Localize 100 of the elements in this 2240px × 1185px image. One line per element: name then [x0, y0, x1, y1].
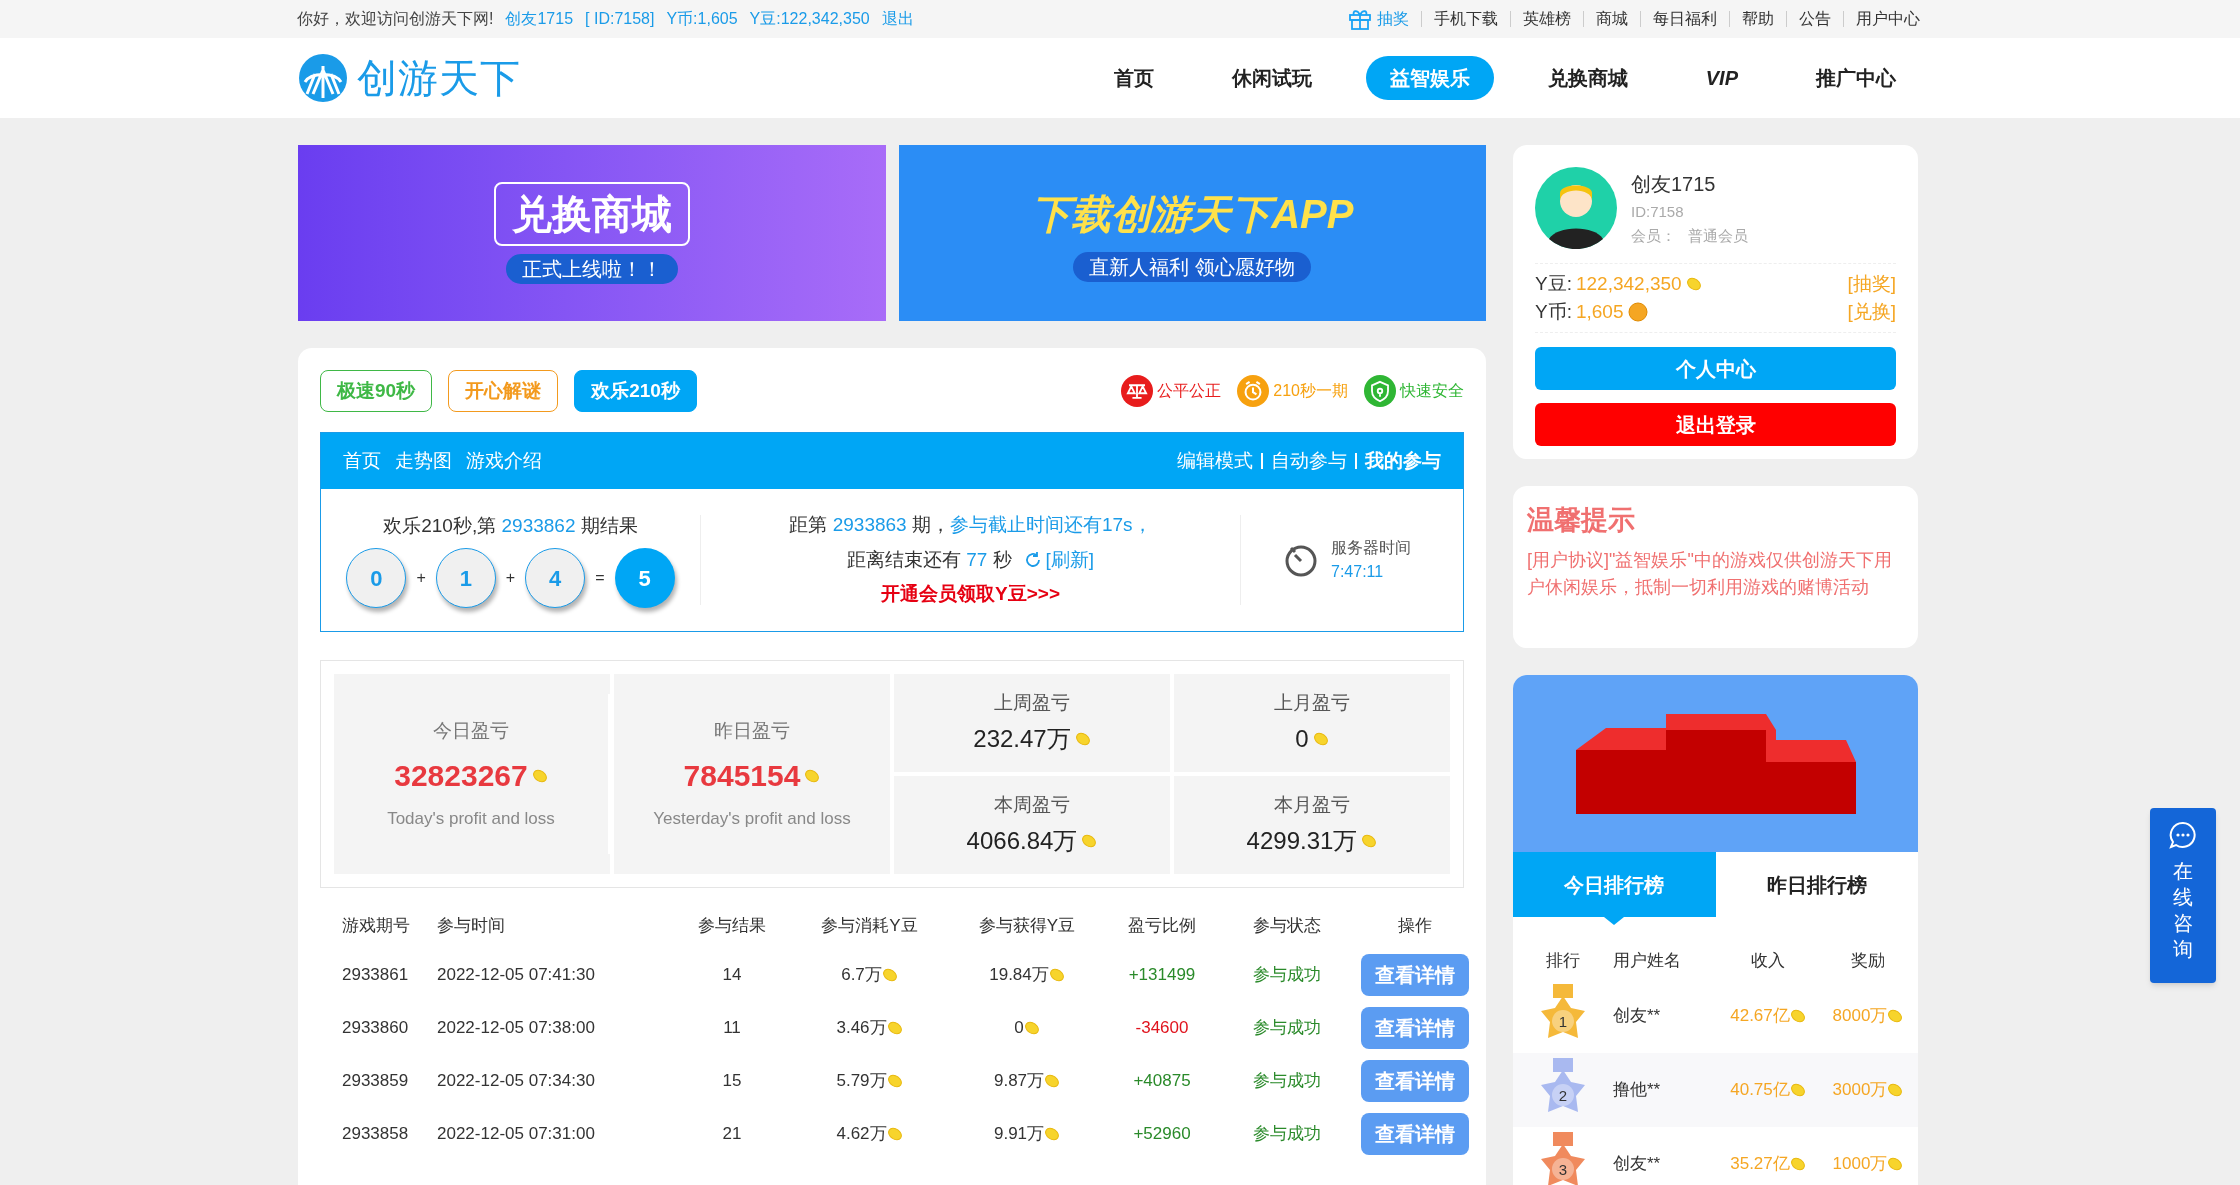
table-cell-text: 11 — [722, 1016, 742, 1039]
panel-nav-link[interactable]: 我的参与 — [1365, 446, 1441, 476]
column-header: 参与结果 — [697, 915, 767, 938]
ranking-tab[interactable]: 今日排行榜 — [1513, 852, 1716, 917]
user-name: 创友1715 — [1631, 171, 1717, 197]
refresh-icon — [1023, 551, 1042, 569]
nav-link[interactable]: 首页 — [1089, 56, 1178, 100]
operator-sign: = — [595, 568, 605, 589]
table-cell-text: 9.91万 — [993, 1122, 1045, 1145]
banner-title: 下载创游天下APP — [1030, 191, 1355, 238]
nav-link[interactable]: 益智娱乐 — [1365, 56, 1494, 100]
bean-icon — [1023, 1020, 1040, 1035]
details-button[interactable]: 查看详情 — [1360, 1059, 1469, 1102]
balance-value: 122,342,350 — [1575, 271, 1682, 296]
details-button[interactable]: 查看详情 — [1360, 1006, 1469, 1049]
game-tab[interactable]: 开心解谜 — [448, 370, 559, 412]
panel-nav-link[interactable]: 首页 — [343, 446, 381, 476]
refresh-link[interactable]: [刷新] — [1045, 545, 1095, 575]
feature-label: 公平公正 — [1157, 381, 1222, 401]
bean-icon — [886, 1020, 903, 1035]
column-header: 操作 — [1396, 915, 1433, 938]
top-link[interactable]: 用户中心 — [1856, 7, 1920, 31]
member-label: 会员： — [1631, 226, 1676, 246]
scale-icon — [1121, 375, 1154, 407]
clock-icon — [1237, 375, 1270, 407]
nav-link[interactable]: 推广中心 — [1792, 56, 1920, 100]
table-cell-text: 2933858 — [342, 1122, 410, 1145]
bean-icon — [1789, 1009, 1806, 1023]
bean-icon — [1789, 1083, 1806, 1097]
game-tab[interactable]: 极速90秒 — [320, 370, 433, 412]
bean-icon — [1074, 732, 1091, 747]
banner-title: 兑换商城 — [493, 182, 690, 246]
game-tab[interactable]: 欢乐210秒 — [574, 370, 697, 412]
nav-link[interactable]: VIP — [1681, 56, 1762, 100]
details-button[interactable]: 查看详情 — [1360, 953, 1469, 996]
panel-nav-link[interactable]: 编辑模式 — [1177, 446, 1253, 476]
logo-icon — [297, 52, 349, 104]
account-link[interactable]: [ ID:7158] — [585, 7, 655, 31]
bean-icon — [1887, 1009, 1904, 1023]
table-cell-text: 4.62万 — [836, 1122, 887, 1145]
details-button[interactable]: 查看详情 — [1360, 1112, 1469, 1155]
top-link[interactable]: 手机下载 — [1434, 7, 1498, 31]
top-link[interactable]: 帮助 — [1742, 7, 1774, 31]
account-link[interactable]: 退出 — [881, 7, 914, 31]
balance-label: Y币: — [1535, 299, 1572, 324]
balance-label: Y豆: — [1535, 271, 1572, 296]
stat-caption: Today's profit and loss — [387, 808, 555, 830]
top-link[interactable]: 抽奖 — [1377, 7, 1409, 31]
table-cell-text: 0 — [1014, 1016, 1024, 1039]
account-link[interactable]: Y币:1,605 — [666, 7, 738, 31]
countdown-text: 距第 2933863 期，参与截止时间还有17s， — [789, 513, 1152, 538]
table-cell-text: +40875 — [1132, 1069, 1192, 1092]
banner[interactable]: 兑换商城 正式上线啦！！ — [298, 145, 886, 321]
bean-icon — [1044, 1126, 1061, 1141]
balance-action-link[interactable]: [抽奖] — [1847, 269, 1896, 299]
stat-caption: Yesterday's profit and loss — [653, 808, 851, 830]
stat-value: 32823267 — [394, 758, 528, 794]
table-cell-text: 2022-12-05 07:38:00 — [437, 1016, 596, 1039]
logo-text: 创游天下 — [357, 55, 521, 102]
rank-user-name: 创友** — [1613, 1153, 1662, 1176]
stat-value: 4066.84万 — [966, 826, 1078, 857]
rank-reward: 1000万 — [1832, 1153, 1888, 1176]
promo-link[interactable]: 开通会员领取Y豆>>> — [881, 580, 1060, 609]
bean-icon — [881, 967, 898, 982]
panel-nav-link[interactable]: 走势图 — [395, 446, 452, 476]
table-cell-text: +52960 — [1132, 1122, 1192, 1145]
bean-icon — [1361, 834, 1378, 849]
table-cell-text: 19.84万 — [989, 963, 1049, 986]
column-header: 奖励 — [1850, 949, 1886, 972]
rank-income: 42.67亿 — [1730, 1005, 1790, 1028]
top-link[interactable]: 英雄榜 — [1523, 7, 1571, 31]
result-title: 欢乐210秒,第 2933862 期结果 — [383, 513, 638, 538]
bean-icon — [1887, 1157, 1904, 1171]
top-link[interactable]: 每日福利 — [1653, 7, 1717, 31]
panel-nav-link[interactable]: 自动参与 — [1271, 446, 1347, 476]
top-link[interactable]: 商城 — [1596, 7, 1628, 31]
panel-nav-link[interactable]: 游戏介绍 — [466, 446, 542, 476]
rank-user-name: 撸他** — [1613, 1079, 1662, 1102]
nav-link[interactable]: 休闲试玩 — [1207, 56, 1336, 100]
bean-icon — [804, 768, 821, 783]
user-id: ID:7158 — [1631, 201, 1685, 222]
rank-user-name: 创友** — [1613, 1005, 1662, 1028]
table-cell-text: 21 — [721, 1122, 743, 1145]
column-header: 参与时间 — [437, 915, 506, 938]
bean-icon — [1887, 1083, 1904, 1097]
column-header: 用户姓名 — [1613, 949, 1682, 972]
table-cell-text: 参与成功 — [1252, 1122, 1322, 1145]
user-center-button[interactable]: 个人中心 — [1535, 347, 1896, 390]
banner[interactable]: 下载创游天下APP 直新人福利 领心愿好物 — [898, 145, 1486, 321]
bean-icon — [1789, 1157, 1806, 1171]
nav-link[interactable]: 兑换商城 — [1523, 56, 1652, 100]
balance-action-link[interactable]: [兑换] — [1847, 297, 1896, 327]
account-link[interactable]: 创友1715 — [505, 7, 574, 31]
column-header: 参与状态 — [1252, 915, 1322, 938]
account-link[interactable]: Y豆:122,342,350 — [749, 7, 870, 31]
bean-icon — [886, 1073, 903, 1088]
logout-button[interactable]: 退出登录 — [1535, 403, 1896, 446]
top-link[interactable]: 公告 — [1799, 7, 1831, 31]
online-consult-button[interactable]: 在线咨询 — [2150, 808, 2216, 983]
tab-pointer-icon — [1604, 917, 1625, 925]
